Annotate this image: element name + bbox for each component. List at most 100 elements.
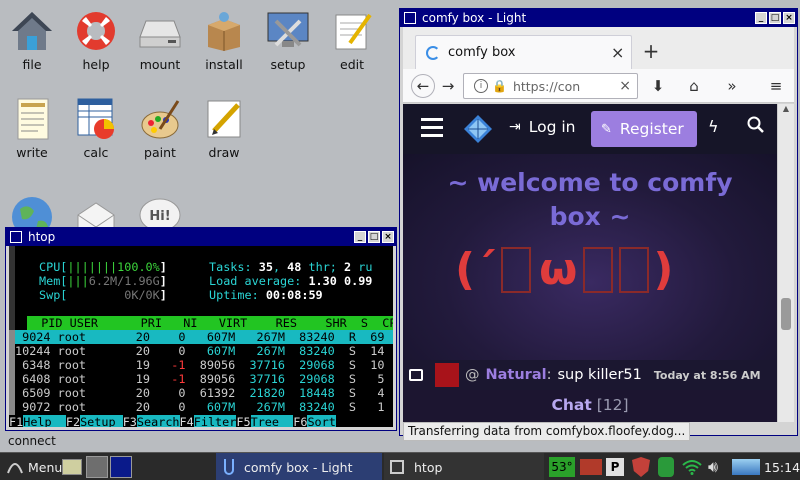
shoutbox-icon[interactable] [409, 369, 423, 381]
mount-desktop-icon[interactable]: mount [128, 8, 192, 72]
window-menu-icon[interactable] [404, 12, 416, 24]
clock[interactable]: 15:14 [764, 453, 800, 480]
fkey-f3: F3 [122, 415, 137, 427]
workspace-2[interactable] [110, 456, 132, 478]
chat-section-title[interactable]: Chat [12] [403, 396, 777, 414]
shield-tray-icon[interactable] [632, 453, 650, 480]
maximize-button[interactable]: □ [769, 12, 781, 24]
url-bar[interactable]: i 🔒 https://con × [463, 73, 638, 99]
setup-desktop-icon[interactable]: setup [256, 8, 320, 72]
write-desktop-icon[interactable]: write [0, 96, 64, 160]
cell-shr: 29068 [292, 358, 335, 372]
column-header-user[interactable]: USER [70, 316, 120, 330]
process-row[interactable]: 10244 root 20 0 607M 267M 83240 S 14 [15, 344, 393, 358]
fkey-sort-button[interactable]: Sort [307, 415, 336, 427]
firefox-titlebar[interactable]: comfy box - Light _ □ × [400, 9, 797, 27]
page-scrollbar[interactable]: ▲ [777, 104, 794, 422]
icon-label: setup [270, 57, 306, 72]
fkey-help-button[interactable]: Help [23, 415, 66, 427]
fkey-setup-button[interactable]: Setup [80, 415, 123, 427]
show-desktop-icon[interactable] [62, 453, 82, 480]
site-logo-icon[interactable] [463, 114, 493, 144]
htop-window[interactable]: htop _ □ × CPU[|||||||100.0%] Tasks: 35,… [5, 227, 397, 431]
user-avatar[interactable] [435, 363, 459, 387]
cpu-temp-indicator[interactable]: 53° [549, 457, 575, 477]
process-row[interactable]: 6509 root 20 0 61392 21820 18448 S 4 [15, 386, 393, 400]
terminal-scroll-thumb[interactable] [9, 330, 15, 427]
cell-pid: 6348 [15, 358, 51, 372]
connect-icon-label: connect [8, 434, 56, 448]
calc-desktop-icon[interactable]: calc [64, 96, 128, 160]
weather-tray-icon[interactable] [732, 453, 760, 480]
task-htop[interactable]: htop [384, 453, 544, 480]
draw-desktop-icon[interactable]: draw [192, 96, 256, 160]
edit-desktop-icon[interactable]: edit [320, 8, 384, 72]
column-header-s[interactable]: S [354, 316, 368, 330]
task-firefox[interactable]: comfy box - Light [216, 453, 382, 480]
info-icon[interactable]: i [474, 79, 488, 93]
workspace-1[interactable] [86, 456, 108, 478]
process-row[interactable]: 6408 root 19 -1 89056 37716 29068 S 5 [15, 372, 393, 386]
site-header: ⇥ Log in ✎ Register ϟ [403, 104, 777, 154]
new-tab-button[interactable]: + [639, 39, 663, 63]
htop-terminal[interactable]: CPU[|||||||100.0%] Tasks: 35, 48 thr; 2 … [9, 246, 393, 427]
site-menu-icon[interactable] [421, 118, 443, 138]
home-icon[interactable]: ⌂ [683, 75, 705, 97]
wifi-tray-icon[interactable] [682, 453, 702, 480]
minimize-button[interactable]: _ [755, 12, 767, 24]
firefox-window[interactable]: comfy box - Light _ □ × comfy box × + ← … [399, 8, 798, 441]
column-header-pri[interactable]: PRI [119, 316, 162, 330]
tab-comfy-box[interactable]: comfy box × [415, 35, 632, 69]
column-header-pid[interactable]: PID [27, 316, 62, 330]
overflow-chevron-icon[interactable]: » [721, 75, 743, 97]
process-table-header[interactable]: PID USER PRI NI VIRT RES SHR S CP [27, 316, 393, 330]
volume-tray-icon[interactable]: 🔊︎ [708, 453, 718, 480]
fkey-tree-button[interactable]: Tree [250, 415, 294, 427]
fkey-search-button[interactable]: Search [136, 415, 180, 427]
forward-button[interactable]: → [437, 75, 459, 97]
htop-titlebar[interactable]: htop _ □ × [6, 228, 396, 246]
window-menu-icon[interactable] [10, 231, 22, 243]
close-button[interactable]: × [382, 231, 394, 243]
chat-shoutbox-row[interactable]: @ Natural : sup killer51 Today at 8:56 A… [403, 360, 777, 390]
maximize-button[interactable]: □ [368, 231, 380, 243]
minimize-button[interactable]: _ [354, 231, 366, 243]
file-desktop-icon[interactable]: file [0, 8, 64, 72]
hamburger-menu-icon[interactable]: ≡ [765, 75, 787, 97]
search-icon[interactable] [747, 116, 767, 136]
storage-tray-icon[interactable] [658, 453, 674, 480]
help-desktop-icon[interactable]: help [64, 8, 128, 72]
scroll-thumb[interactable] [781, 298, 791, 330]
scroll-up-arrow[interactable]: ▲ [778, 104, 794, 118]
column-header-shr[interactable]: SHR [304, 316, 346, 330]
column-header-res[interactable]: RES [254, 316, 297, 330]
chat-username[interactable]: Natural [486, 367, 547, 383]
register-button[interactable]: ✎ Register [591, 111, 697, 147]
lightning-icon[interactable]: ϟ [708, 117, 719, 136]
start-menu-button[interactable]: Menu [6, 453, 62, 480]
back-button[interactable]: ← [411, 74, 435, 98]
missing-glyph-box [619, 246, 650, 293]
cell-s: S [341, 372, 357, 386]
close-tab-icon[interactable]: × [611, 43, 631, 62]
cell-s: S [341, 344, 357, 358]
process-row[interactable]: 9072 root 20 0 607M 267M 83240 S 1 [15, 400, 393, 414]
downloads-icon[interactable]: ⬇ [647, 75, 669, 97]
clear-url-icon[interactable]: × [619, 78, 631, 94]
workspace-switcher[interactable] [86, 453, 132, 480]
network-tray-icon[interactable] [580, 453, 602, 480]
install-desktop-icon[interactable]: install [192, 8, 256, 72]
column-header-cp[interactable]: CP [375, 316, 393, 330]
paint-desktop-icon[interactable]: paint [128, 96, 192, 160]
parking-tray-icon[interactable]: P [606, 453, 624, 480]
column-header-virt[interactable]: VIRT [205, 316, 247, 330]
icon-label: calc [83, 145, 109, 160]
column-header-ni[interactable]: NI [169, 316, 197, 330]
cell-s: S [341, 358, 357, 372]
login-link[interactable]: ⇥ Log in [509, 118, 575, 136]
process-row[interactable]: 6348 root 19 -1 89056 37716 29068 S 10 [15, 358, 393, 372]
close-button[interactable]: × [783, 12, 795, 24]
process-row[interactable]: 9024 root 20 0 607M 267M 83240 R 69 [15, 330, 393, 344]
fkey-filter-button[interactable]: Filter [193, 415, 237, 427]
cell-pri: 20 [107, 344, 150, 358]
